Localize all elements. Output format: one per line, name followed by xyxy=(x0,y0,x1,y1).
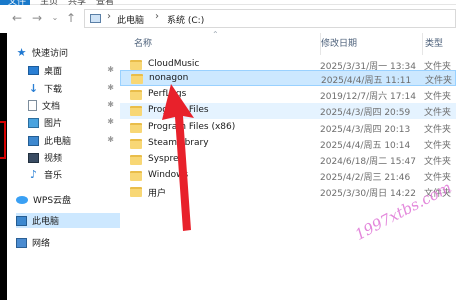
file-date: 2025/4/3/周四 20:13 xyxy=(320,125,411,135)
computer-icon xyxy=(90,14,101,23)
file-row[interactable]: Windows 2025/4/2/周三 21:46 文件夹 xyxy=(120,168,456,184)
nav-label: WPS云盘 xyxy=(33,196,72,206)
music-icon: ♪ xyxy=(29,167,38,181)
file-name: Program Files (x86) xyxy=(148,122,236,132)
nav-this-pc[interactable]: 此电脑 xyxy=(16,213,120,228)
file-row[interactable]: Sysprep 2024/6/18/周二 15:47 文件夹 xyxy=(120,152,456,168)
chevron-down-icon[interactable]: ⌄ xyxy=(48,10,62,26)
nav-music[interactable]: ♪ 音乐 xyxy=(28,167,120,182)
annotation-mark xyxy=(0,121,6,159)
file-name: Program Files xyxy=(148,105,209,115)
folder-icon xyxy=(130,139,142,149)
file-name: Windows xyxy=(148,170,189,180)
document-icon xyxy=(28,100,37,111)
tab-file[interactable]: 文件 xyxy=(0,0,30,7)
file-name: PerfLogs xyxy=(148,89,187,99)
column-header-date[interactable]: 修改日期 xyxy=(320,33,357,55)
folder-icon xyxy=(130,106,142,116)
pin-icon[interactable]: ✱ xyxy=(107,117,114,126)
breadcrumb-c-drive[interactable]: 系统 (C:) xyxy=(167,13,204,26)
file-row[interactable]: nonagon 2025/4/4/周五 11:11 文件夹 xyxy=(120,70,456,86)
file-type: 文件夹 xyxy=(424,108,452,118)
forward-arrow-icon[interactable]: → xyxy=(30,10,44,26)
file-date: 2025/4/3/周四 20:59 xyxy=(320,108,411,118)
nav-label: 音乐 xyxy=(44,171,63,181)
nav-label: 图片 xyxy=(44,119,63,129)
column-header-name[interactable]: 名称 xyxy=(134,33,152,55)
nav-label: 快速访问 xyxy=(32,49,69,59)
file-name: SteamLibrary xyxy=(148,138,209,148)
desktop-icon xyxy=(28,66,39,75)
nav-label: 此电脑 xyxy=(44,137,72,147)
sort-caret-icon: ⌃ xyxy=(212,30,219,39)
ribbon-tabs: 文件 主页 共享 查看 xyxy=(0,0,456,7)
address-bar[interactable]: › 此电脑 › 系统 (C:) xyxy=(84,9,456,28)
nav-this-pc-quick[interactable]: 此电脑 ✱ xyxy=(28,133,120,148)
breadcrumb-this-pc[interactable]: 此电脑 xyxy=(117,13,144,26)
folder-icon xyxy=(130,123,142,133)
nav-desktop[interactable]: 桌面 ✱ xyxy=(28,63,120,78)
video-icon xyxy=(28,152,39,163)
file-name: 用户 xyxy=(148,189,167,199)
file-date: 2025/3/30/周日 14:22 xyxy=(320,189,416,199)
download-icon: ↓ xyxy=(28,81,39,95)
file-list: ⌃ 名称 修改日期 类型 CloudMusic 2025/3/31/周一 13:… xyxy=(120,30,456,300)
file-type: 文件夹 xyxy=(425,76,453,86)
nav-pictures[interactable]: 图片 ✱ xyxy=(28,115,120,130)
navigation-bar: ← → ⌄ ↑ › 此电脑 › 系统 (C:) xyxy=(0,6,456,31)
file-date: 2025/4/2/周三 21:46 xyxy=(320,173,411,183)
window-edge xyxy=(0,33,7,300)
file-row[interactable]: Program Files 2025/4/3/周四 20:59 文件夹 xyxy=(120,103,456,119)
file-type: 文件夹 xyxy=(424,141,452,151)
folder-icon xyxy=(131,74,143,84)
nav-downloads[interactable]: ↓ 下载 ✱ xyxy=(28,81,120,96)
cloud-icon xyxy=(16,195,28,204)
nav-documents[interactable]: 文档 ✱ xyxy=(28,98,120,113)
file-name: CloudMusic xyxy=(148,59,200,69)
file-row[interactable]: SteamLibrary 2025/4/4/周五 10:14 文件夹 xyxy=(120,136,456,152)
star-icon: ★ xyxy=(16,45,27,59)
file-date: 2025/4/4/周五 10:14 xyxy=(320,141,411,151)
pin-icon[interactable]: ✱ xyxy=(107,135,114,144)
folder-icon xyxy=(130,90,142,100)
back-arrow-icon[interactable]: ← xyxy=(10,10,24,26)
nav-label: 此电脑 xyxy=(32,217,60,227)
file-type: 文件夹 xyxy=(424,157,452,167)
file-name: nonagon xyxy=(149,73,189,83)
nav-quick-access[interactable]: ★ 快速访问 xyxy=(16,45,120,60)
folder-icon xyxy=(130,187,142,197)
computer-icon xyxy=(28,135,39,146)
file-row[interactable]: PerfLogs 2019/12/7/周六 17:14 文件夹 xyxy=(120,87,456,103)
computer-icon xyxy=(16,215,27,226)
nav-label: 下载 xyxy=(44,85,63,95)
nav-label: 桌面 xyxy=(44,67,63,77)
folder-icon xyxy=(130,60,142,70)
file-date: 2024/6/18/周二 15:47 xyxy=(320,157,416,167)
column-header-type[interactable]: 类型 xyxy=(422,33,443,55)
pin-icon[interactable]: ✱ xyxy=(107,65,114,74)
breadcrumb-separator: › xyxy=(107,11,111,22)
folder-icon xyxy=(130,155,142,165)
nav-videos[interactable]: 视频 xyxy=(28,150,120,165)
nav-label: 网络 xyxy=(32,239,51,249)
nav-network[interactable]: 网络 xyxy=(16,235,120,250)
file-row[interactable]: Program Files (x86) 2025/4/3/周四 20:13 文件… xyxy=(120,120,456,136)
file-type: 文件夹 xyxy=(424,125,452,135)
up-arrow-icon[interactable]: ↑ xyxy=(64,10,78,26)
nav-wps-cloud[interactable]: WPS云盘 xyxy=(16,192,120,207)
nav-label: 视频 xyxy=(44,154,63,164)
pictures-icon xyxy=(28,117,39,128)
file-type: 文件夹 xyxy=(424,92,452,102)
pin-icon[interactable]: ✱ xyxy=(107,100,114,109)
breadcrumb-separator: › xyxy=(155,11,159,22)
pin-icon[interactable]: ✱ xyxy=(107,83,114,92)
navigation-pane: ★ 快速访问 桌面 ✱ ↓ 下载 ✱ 文档 ✱ 图片 ✱ 此电脑 ✱ 视频 ♪ … xyxy=(0,33,120,300)
file-date: 2025/4/4/周五 11:11 xyxy=(321,76,412,86)
file-row[interactable]: 用户 2025/3/30/周日 14:22 文件夹 xyxy=(120,184,456,200)
network-icon xyxy=(16,237,27,248)
folder-icon xyxy=(130,171,142,181)
nav-label: 文档 xyxy=(42,102,61,112)
file-date: 2019/12/7/周六 17:14 xyxy=(320,92,416,102)
file-name: Sysprep xyxy=(148,154,185,164)
